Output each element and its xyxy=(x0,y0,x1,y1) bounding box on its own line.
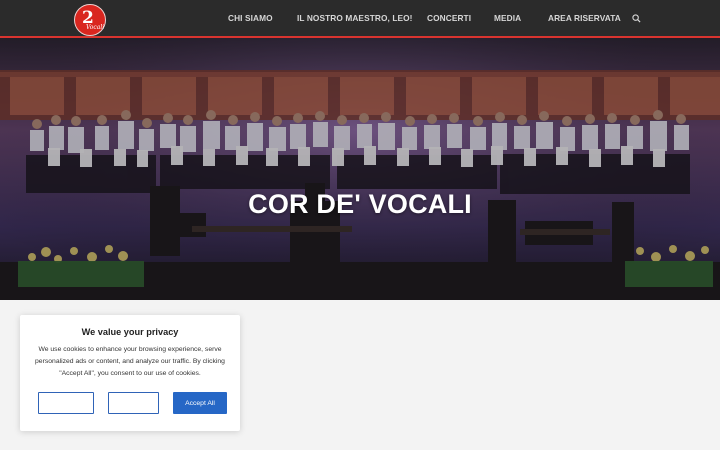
cookie-banner-text: We use cookies to enhance your browsing … xyxy=(35,346,225,377)
cookie-customize-button[interactable] xyxy=(38,392,94,414)
nav-item-chi-siamo[interactable]: CHI SIAMO xyxy=(228,13,273,23)
nav-item-il-nostro-maestro[interactable]: IL NOSTRO MAESTRO, LEO! xyxy=(297,13,413,23)
logo[interactable]: 2 Vocali xyxy=(74,4,106,36)
cookie-banner-title: We value your privacy xyxy=(81,327,179,337)
site-header: 2 Vocali CHI SIAMO IL NOSTRO MAESTRO, LE… xyxy=(0,0,720,38)
nav-item-media[interactable]: MEDIA xyxy=(494,13,521,23)
hero-banner: COR DE' VOCALI xyxy=(0,38,720,300)
nav-item-area-riservata[interactable]: AREA RISERVATA xyxy=(548,13,621,23)
cookie-banner: We value your privacy We use cookies to … xyxy=(20,315,240,431)
cookie-reject-button[interactable] xyxy=(108,392,159,414)
search-icon[interactable] xyxy=(632,14,641,23)
hero-title: COR DE' VOCALI xyxy=(248,189,472,219)
accept-all-button[interactable]: Accept All xyxy=(173,392,227,414)
logo-text: Vocali xyxy=(86,24,105,31)
nav-item-concerti[interactable]: CONCERTI xyxy=(427,13,471,23)
concert-photo xyxy=(0,38,720,300)
